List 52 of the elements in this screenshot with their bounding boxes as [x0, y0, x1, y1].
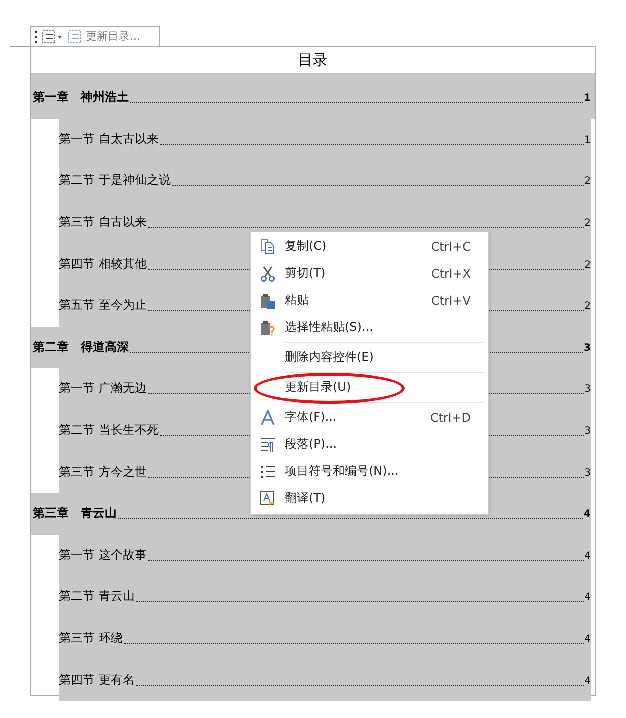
page-number: 2 [584, 176, 591, 188]
scissors-icon [260, 266, 276, 282]
toc-entry-title: 第一节 广瀚无边 [59, 380, 147, 398]
menu-item[interactable]: 粘贴 Ctrl+V [251, 287, 488, 314]
translate-icon [260, 490, 276, 506]
menu-item[interactable]: 删除内容控件(E) [251, 344, 488, 371]
page-number: 1 [584, 93, 591, 104]
toc-entry-title: 第五节 至今为止 [59, 297, 147, 314]
page-number: 3 [584, 426, 591, 438]
page-number: 4 [584, 550, 591, 562]
menu-item[interactable]: 段落(P)... [251, 431, 488, 458]
toc-entry-title: 第二节 当长生不死 [59, 422, 159, 440]
toc-entry-title: 第三章 青云山 [33, 505, 117, 522]
update-toc-button[interactable]: 更新目录... [86, 29, 140, 44]
page-number: 2 [584, 218, 591, 230]
page-number: 4 [584, 509, 591, 520]
page-number: 4 [584, 676, 591, 687]
toc-entry-title: 第四节 更有名 [59, 672, 135, 689]
toc-entry-title: 第二章 得道高深 [33, 338, 129, 356]
menu-item[interactable]: 字体(F)... Ctrl+D [251, 404, 488, 431]
toc-entry-title: 第二节 青云山 [59, 588, 135, 606]
paragraph-icon [260, 436, 276, 452]
toc-dropdown-icon[interactable] [42, 30, 64, 44]
clipboard-question-icon [260, 320, 276, 336]
toc-entry-title: 第四节 相较其他 [59, 256, 147, 273]
clipboard-icon [260, 292, 276, 308]
toc-entry-title: 第一节 这个故事 [59, 546, 147, 564]
toc-title: 目录 [297, 50, 329, 71]
page-number: 2 [584, 260, 591, 271]
toc-entry-title: 第三节 自古以来 [59, 214, 147, 232]
copy-icon [260, 238, 276, 254]
menu-item[interactable]: 翻译(T) [251, 485, 488, 512]
toc-entry-title: 第三节 方今之世 [59, 464, 147, 481]
page-number: 3 [584, 468, 591, 479]
menu-item[interactable]: 复制(C) Ctrl+C [251, 233, 488, 260]
page-number: 2 [584, 301, 591, 312]
page-number: 4 [584, 592, 591, 604]
toc-entry-title: 第三节 环绕 [59, 630, 123, 648]
font-icon [260, 410, 276, 426]
page-number: 3 [584, 342, 591, 354]
page-number: 3 [584, 384, 591, 396]
toc-entry-title: 第一章 神州浩土 [33, 89, 129, 106]
drag-handle-icon[interactable] [34, 30, 38, 42]
menu-item[interactable]: 剪切(T) Ctrl+X [251, 260, 488, 287]
menu-item[interactable]: 项目符号和编号(N)... [251, 458, 488, 485]
page-number: 4 [584, 634, 591, 646]
menu-item[interactable]: 选择性粘贴(S)... [251, 314, 488, 341]
toc-entry-title: 第二节 于是神仙之说 [59, 172, 171, 190]
page-number: 1 [584, 134, 591, 146]
menu-item[interactable]: 更新目录(U) [251, 374, 488, 401]
toc-entry-title: 第一节 自太古以来 [59, 130, 159, 148]
bullet-list-icon [260, 464, 276, 480]
